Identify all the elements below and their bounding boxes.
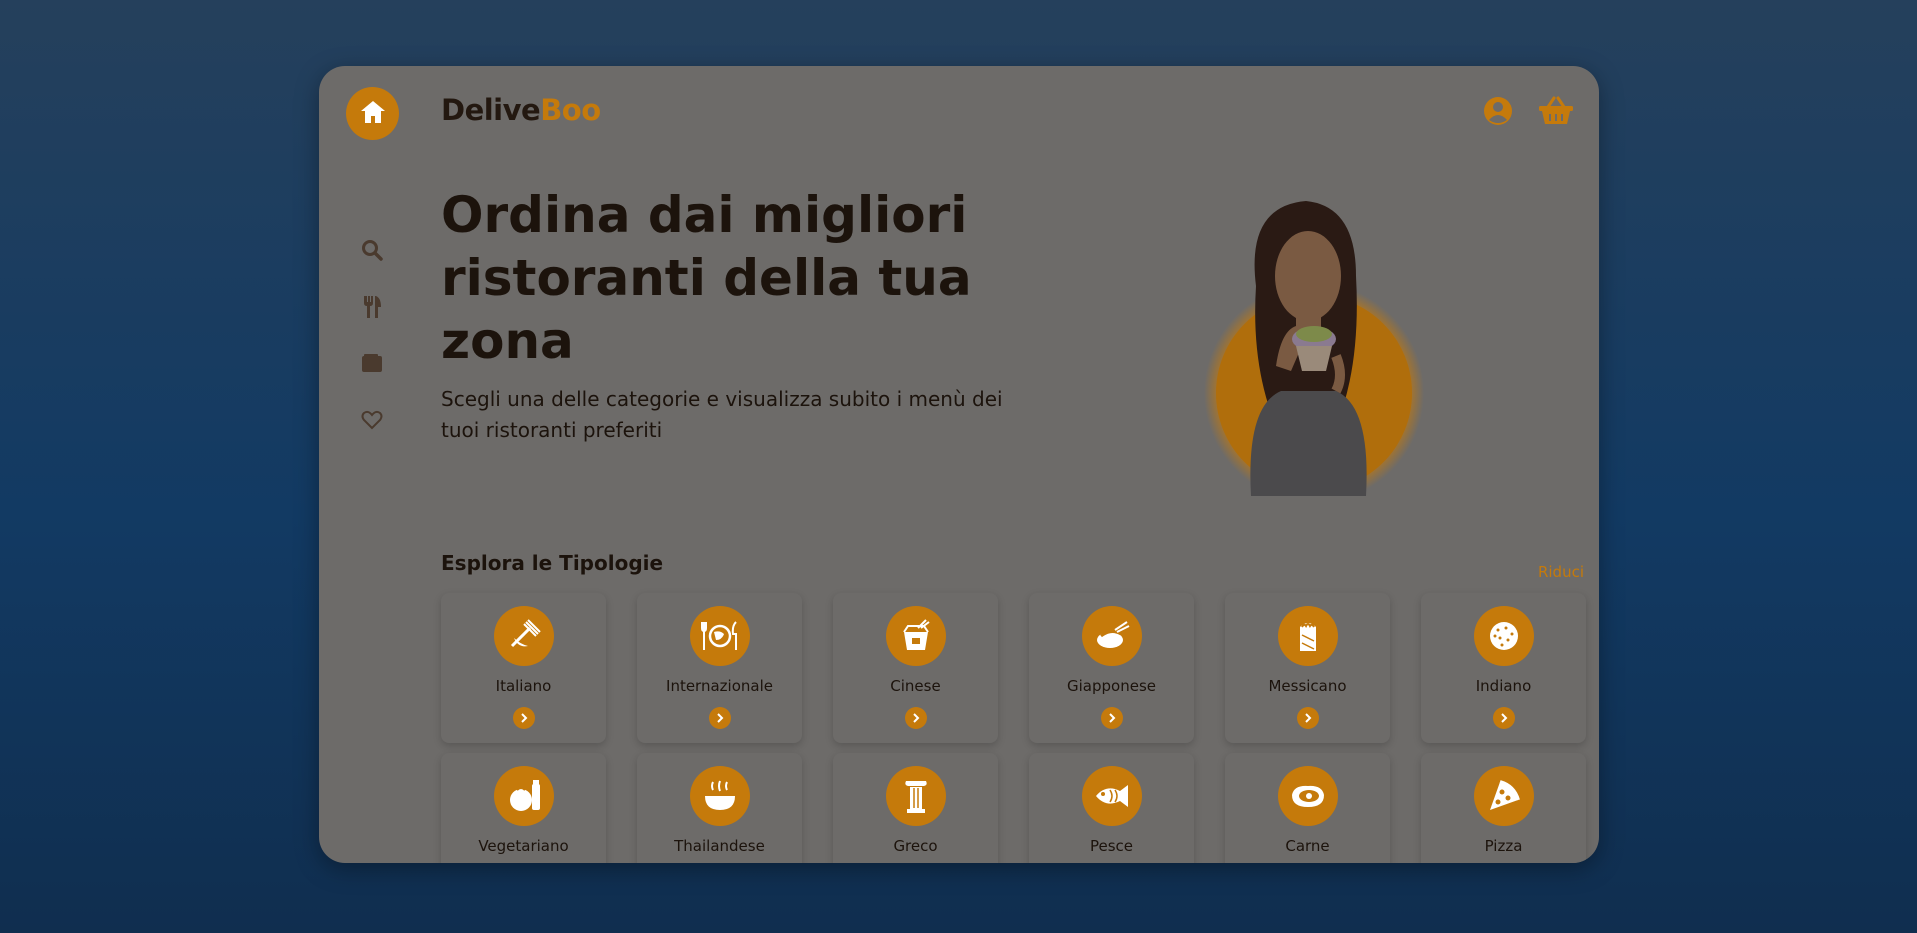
category-grid: Italiano Internazionale Cinese Giappones… [441,593,1587,863]
cart-button[interactable] [1536,96,1576,130]
hero-subtitle: Scegli una delle categorie e visualizza … [441,387,1003,442]
category-label: Internazionale [666,677,773,695]
category-label: Cinese [890,677,941,695]
category-card-cinese[interactable]: Cinese [833,593,998,743]
category-label: Italiano [495,677,552,695]
category-label: Pesce [1089,837,1134,855]
app-window: DeliveBoo Ordina dai migliori ristoranti… [319,66,1599,863]
category-card-giapponese[interactable]: Giapponese [1029,593,1194,743]
sidebar [319,66,422,863]
arrow-right-icon[interactable] [1296,707,1319,729]
home-icon [359,99,387,129]
category-label: Indiano [1475,677,1532,695]
category-label: Vegetariano [478,837,569,855]
category-card-carne[interactable]: Carne [1225,753,1390,863]
category-card-italiano[interactable]: Italiano [441,593,606,743]
category-card-greco[interactable]: Greco [833,753,998,863]
sushi-icon [1081,606,1142,666]
sidebar-item-restaurants[interactable] [360,295,384,323]
category-card-pizza[interactable]: Pizza [1421,753,1586,863]
takeout-box-icon [885,606,946,666]
hero-title: Ordina dai migliori ristoranti della tua… [441,186,972,370]
brand-name-part2: Boo [540,93,601,127]
section-title: Esplora le Tipologie [441,551,664,575]
arrow-right-icon[interactable] [708,707,731,729]
category-label: Greco [893,837,938,855]
category-card-pesce[interactable]: Pesce [1029,753,1194,863]
category-card-indiano[interactable]: Indiano [1421,593,1586,743]
category-card-vegetariano[interactable]: Vegetariano [441,753,606,863]
brand-name-part1: Delive [441,93,541,127]
pasta-fork-icon [493,606,554,666]
category-label: Carne [1285,837,1330,855]
sidebar-item-wallet[interactable] [360,353,384,377]
category-card-thailandese[interactable]: Thailandese [637,753,802,863]
arrow-right-icon[interactable] [904,707,927,729]
account-button[interactable] [1481,96,1515,130]
wallet-icon [361,353,383,377]
soup-bowl-icon [689,766,750,826]
category-label: Thailandese [674,837,765,855]
pizza-slice-icon [1473,766,1534,826]
arrow-right-icon[interactable] [1100,707,1123,729]
utensils-icon [362,295,382,323]
naan-icon [1473,606,1534,666]
sidebar-item-favorites[interactable] [360,410,384,434]
greek-column-icon [885,766,946,826]
globe-cutlery-icon [689,606,750,666]
sidebar-item-search[interactable] [360,240,384,264]
user-icon [1482,95,1514,131]
brand-logo[interactable]: DeliveBoo [441,93,601,127]
main-content: DeliveBoo Ordina dai migliori ristoranti… [441,66,1599,863]
fish-icon [1081,766,1142,826]
category-card-messicano[interactable]: Messicano [1225,593,1390,743]
heart-icon [361,410,383,434]
steak-icon [1277,766,1338,826]
burrito-icon [1277,606,1338,666]
category-label: Pizza [1484,837,1523,855]
category-card-internazionale[interactable]: Internazionale [637,593,802,743]
category-label: Giapponese [1067,677,1156,695]
collapse-link[interactable]: Riduci [1538,563,1584,581]
search-icon [361,239,383,265]
vegetables-icon [493,766,554,826]
category-label: Messicano [1268,677,1347,695]
basket-icon [1538,96,1574,130]
hero-image [1186,166,1436,503]
sidebar-item-home[interactable] [346,87,399,140]
arrow-right-icon[interactable] [512,707,535,729]
arrow-right-icon[interactable] [1492,707,1515,729]
